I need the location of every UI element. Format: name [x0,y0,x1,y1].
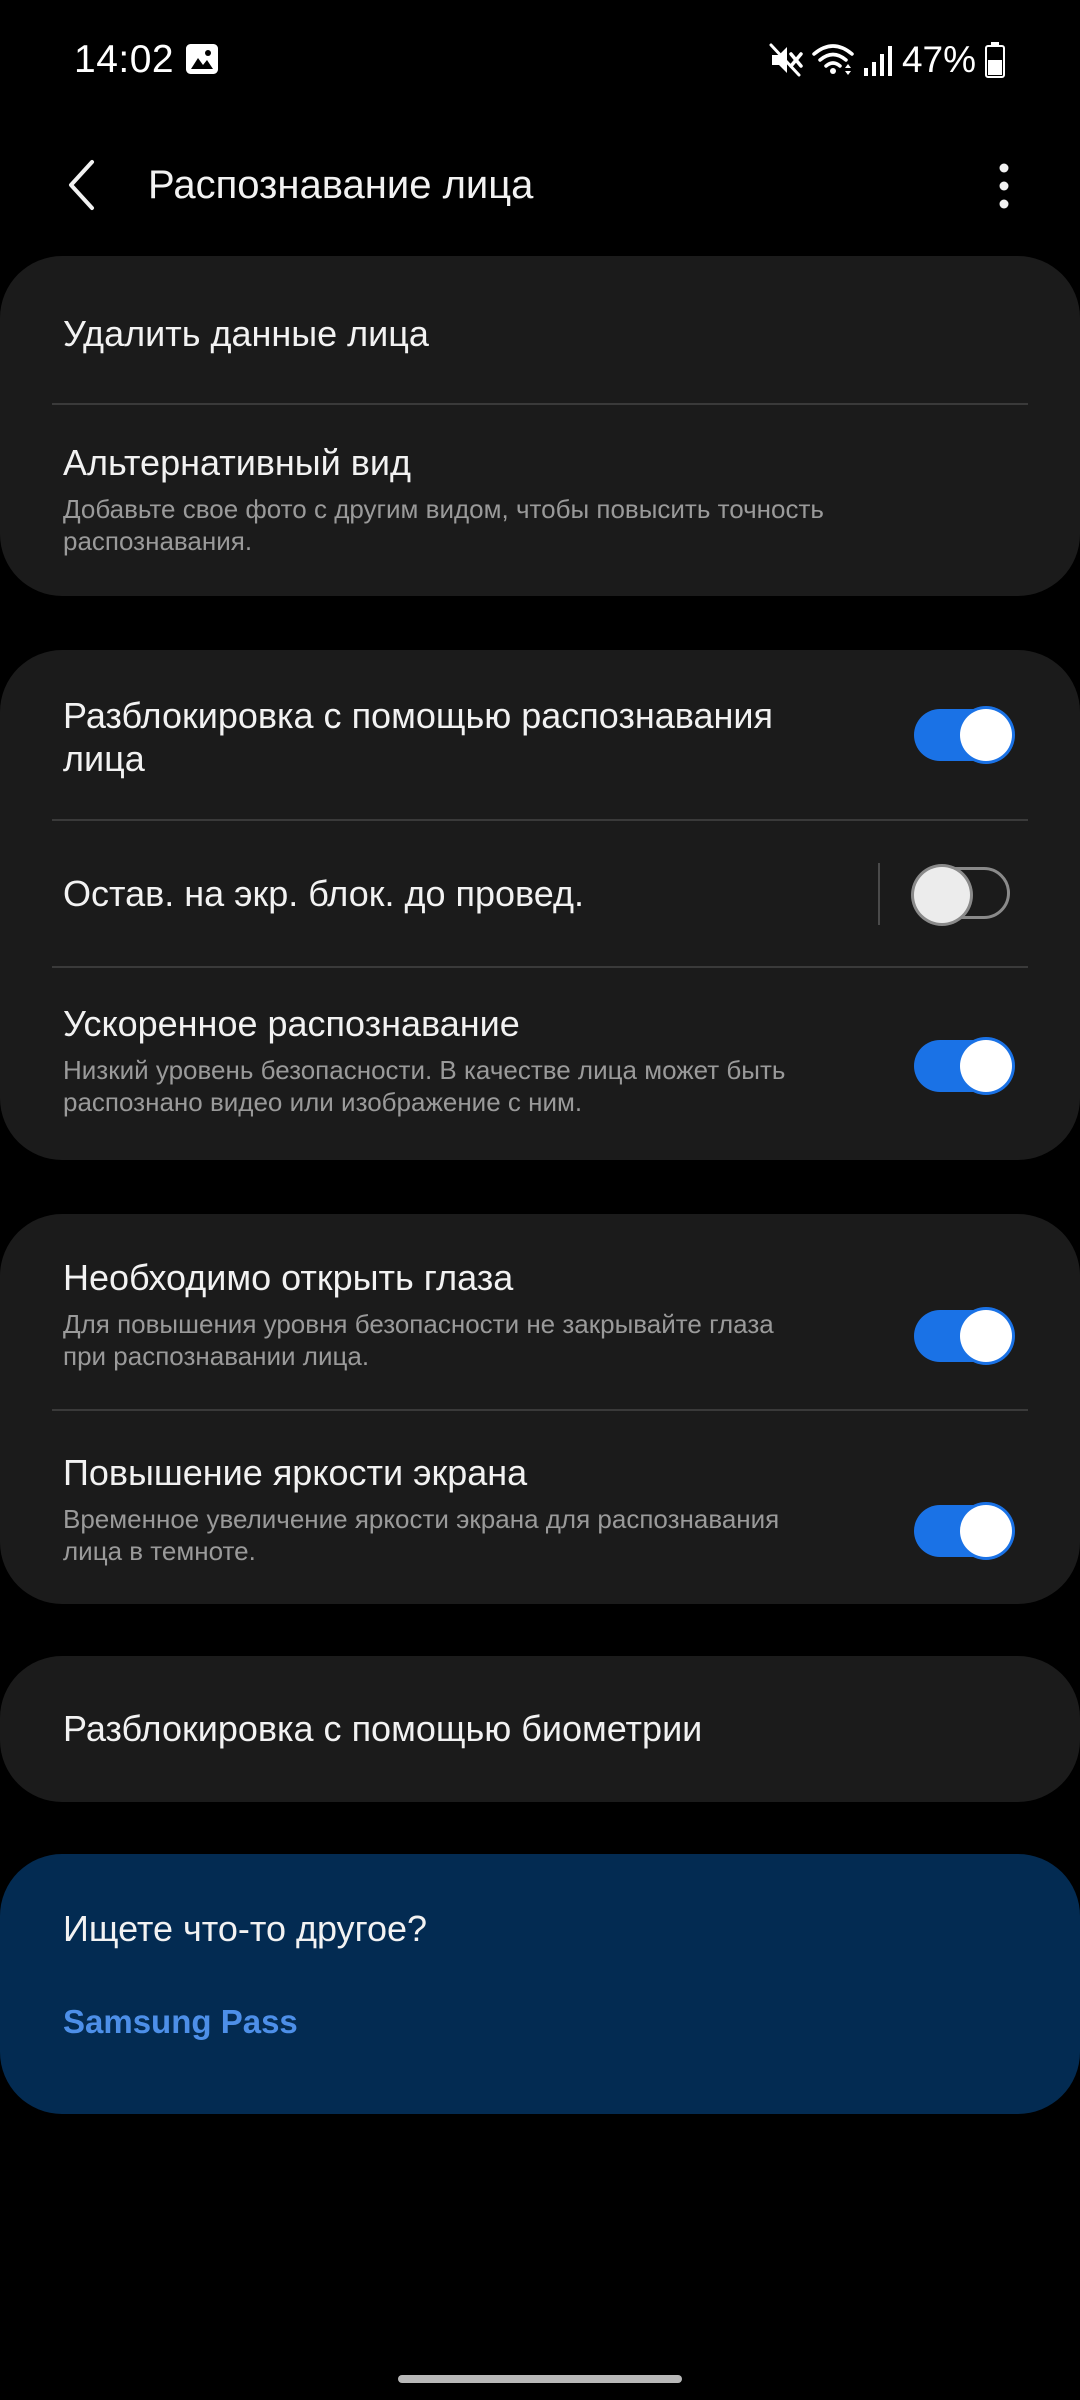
unlock-settings-card: Разблокировка с помощью распознавания ли… [0,650,1080,1160]
signal-icon [863,46,892,76]
delete-face-data-title: Удалить данные лица [63,313,429,354]
suggestions-title: Ищете что-то другое? [63,1908,428,1949]
face-data-card: Удалить данные лица Альтернативный вид Д… [0,256,1080,596]
battery-percent: 47% [901,39,976,80]
vertical-divider [878,863,880,925]
status-icons: 47% [768,36,1006,84]
faster-recognition-subtitle-line1: Низкий уровень безопасности. В качестве … [63,1055,786,1085]
battery-icon [985,42,1005,78]
toggle-knob [960,709,1012,761]
toggle-knob [960,1310,1012,1362]
gesture-navigation-handle[interactable] [398,2375,682,2383]
face-unlock-toggle[interactable] [914,709,1012,761]
biometrics-unlock-item[interactable]: Разблокировка с помощью биометрии [0,1656,1080,1802]
biometrics-card: Разблокировка с помощью биометрии [0,1656,1080,1802]
face-unlock-title-line1: Разблокировка с помощью распознавания [63,695,774,736]
biometrics-unlock-title: Разблокировка с помощью биометрии [63,1708,703,1749]
status-bar: 14:02 47% [0,0,1080,125]
delete-face-data-item[interactable]: Удалить данные лица [0,256,1080,404]
alternative-look-item[interactable]: Альтернативный вид Добавьте свое фото с … [0,405,1080,596]
security-card: Необходимо открыть глаза Для повышения у… [0,1214,1080,1604]
faster-recognition-toggle[interactable] [914,1040,1012,1092]
samsung-pass-link[interactable]: Samsung Pass [63,2003,298,2041]
face-unlock-item[interactable]: Разблокировка с помощью распознавания ли… [0,650,1080,820]
toggle-knob [960,1505,1012,1557]
more-options-button[interactable] [976,151,1032,221]
face-unlock-title-line2: лица [63,738,145,779]
alternative-look-subtitle-line2: распознавания. [63,526,253,556]
require-open-eyes-toggle[interactable] [914,1310,1012,1362]
toggle-knob [960,1040,1012,1092]
wifi-icon [812,44,854,75]
app-bar: Распознавание лица [0,125,1080,275]
require-open-eyes-title: Необходимо открыть глаза [63,1257,514,1298]
mute-icon [769,43,803,77]
brighten-screen-title: Повышение яркости экрана [63,1452,528,1493]
toggle-knob [914,867,970,923]
brighten-screen-subtitle-line1: Временное увеличение яркости экрана для … [63,1504,780,1534]
require-open-eyes-subtitle-line2: при распознавании лица. [63,1341,370,1371]
alternative-look-title: Альтернативный вид [63,442,412,483]
require-open-eyes-item[interactable]: Необходимо открыть глаза Для повышения у… [0,1214,1080,1410]
status-time: 14:02 [74,38,175,81]
chevron-left-icon [69,160,94,210]
faster-recognition-item[interactable]: Ускоренное распознавание Низкий уровень … [0,968,1080,1160]
brighten-screen-toggle[interactable] [914,1505,1012,1557]
alternative-look-subtitle-line1: Добавьте свое фото с другим видом, чтобы… [63,494,824,524]
page-title: Распознавание лица [148,163,534,207]
require-open-eyes-subtitle-line1: Для повышения уровня безопасности не зак… [63,1309,774,1339]
faster-recognition-title: Ускоренное распознавание [63,1003,520,1044]
brighten-screen-subtitle-line2: лица в темноте. [63,1536,256,1566]
suggestions-card: Ищете что-то другое? Samsung Pass [0,1854,1080,2114]
faster-recognition-subtitle-line2: распознано видео или изображение с ним. [63,1087,583,1117]
brighten-screen-item[interactable]: Повышение яркости экрана Временное увели… [0,1411,1080,1604]
stay-on-lock-screen-item[interactable]: Остав. на экр. блок. до провед. [0,821,1080,966]
back-button[interactable] [54,157,110,213]
stay-on-lock-screen-toggle[interactable] [914,867,1010,923]
more-vertical-icon [999,163,1009,209]
stay-on-lock-screen-title: Остав. на экр. блок. до провед. [63,873,584,914]
image-icon [186,44,218,74]
